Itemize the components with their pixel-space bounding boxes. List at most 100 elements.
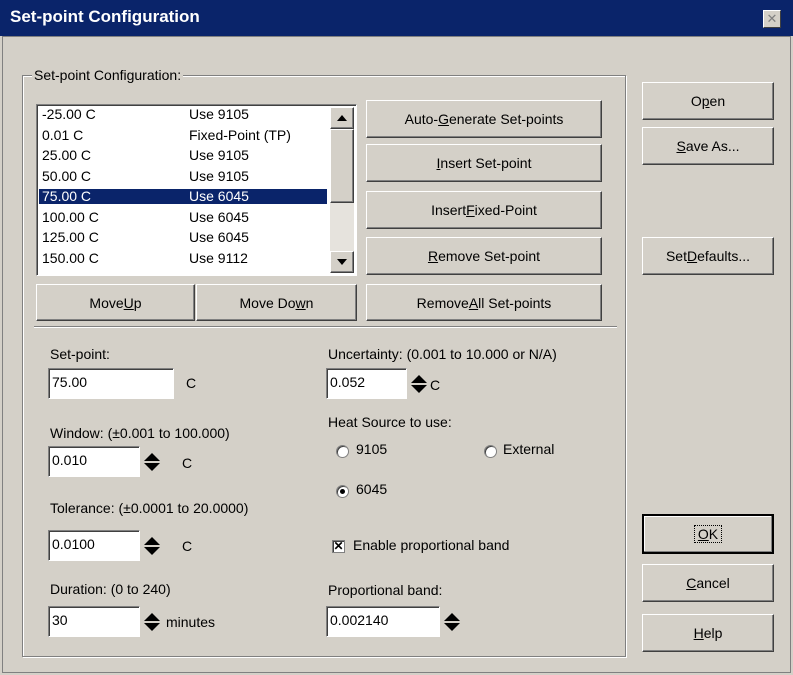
button-label-part: Auto- — [404, 111, 439, 127]
list-item-temp: -25.00 C — [42, 106, 96, 122]
button-label-part: O — [690, 93, 702, 109]
scroll-up-icon — [337, 115, 347, 121]
button-label-part: C — [686, 575, 697, 591]
scroll-down-icon — [337, 259, 347, 265]
scroll-thumb[interactable] — [330, 129, 354, 203]
button-label-part: Move — [89, 294, 124, 311]
enable-proportional-label: Enable proportional band — [353, 537, 510, 553]
scroll-down-button[interactable] — [330, 251, 354, 273]
button-label-part: Set — [665, 248, 687, 264]
window-label: Window: (±0.001 to 100.000) — [50, 425, 230, 441]
list-item[interactable]: 0.01 C Fixed-Point (TP) — [39, 126, 327, 143]
spin-up-down-icon — [411, 375, 427, 393]
save-as-button[interactable]: Save As... — [642, 127, 774, 165]
window-input[interactable]: 0.010 — [48, 446, 140, 477]
button-label-part: efaults... — [697, 248, 751, 264]
button-label-part: ll Set-points — [478, 294, 552, 311]
list-item-source: Use 9105 — [189, 147, 249, 163]
button-label-part: ancel — [696, 575, 730, 591]
list-item[interactable]: 75.00 C Use 6045 — [39, 189, 327, 204]
duration-unit: minutes — [166, 614, 216, 630]
setpoint-list[interactable]: -25.00 C Use 9105 0.01 C Fixed-Point (TP) 25… — [36, 104, 357, 276]
window-unit: C — [182, 455, 193, 471]
setpoint-label: Set-point: — [50, 346, 110, 362]
button-label-part: A — [468, 294, 479, 311]
list-item[interactable]: 125.00 C Use 6045 — [39, 230, 327, 245]
list-item-temp: 150.00 C — [42, 249, 99, 266]
duration-input[interactable]: 30 — [48, 606, 140, 637]
list-item[interactable]: 50.00 C Use 9105 — [39, 167, 327, 184]
button-label-part: R — [427, 248, 439, 264]
cancel-button[interactable]: Cancel — [642, 564, 774, 602]
duration-spinner[interactable] — [143, 612, 161, 635]
list-item-temp: 50.00 C — [42, 167, 92, 184]
radio-6045[interactable] — [336, 485, 349, 498]
tolerance-spinner[interactable] — [143, 536, 161, 559]
move-down-button[interactable]: Move Do w n — [196, 284, 357, 321]
uncertainty-spinner[interactable] — [410, 374, 428, 397]
help-button[interactable]: Help — [642, 614, 774, 652]
spin-up-down-icon — [144, 613, 160, 631]
uncertainty-unit: C — [430, 377, 441, 393]
proportional-band-spinner[interactable] — [443, 612, 461, 635]
list-item[interactable]: 25.00 C Use 9105 — [39, 148, 327, 163]
list-item-temp: 75.00 C — [42, 188, 92, 204]
scroll-up-button[interactable] — [330, 107, 354, 129]
enable-proportional-checkbox[interactable]: ✕ — [332, 540, 345, 553]
list-item-source: Fixed-Point (TP) — [189, 126, 291, 143]
list-item-source: Use 9105 — [189, 106, 249, 122]
button-label-part: p — [133, 294, 142, 311]
close-button[interactable]: ✕ — [763, 10, 781, 28]
button-label-part: Remove — [416, 294, 469, 311]
tolerance-input[interactable]: 0.0100 — [48, 530, 140, 561]
remove-all-button[interactable]: Remove All Set-points — [366, 284, 602, 321]
open-button[interactable]: Op en — [642, 82, 774, 120]
list-item[interactable]: -25.00 C Use 9105 — [39, 107, 327, 122]
heat-source-label: Heat Source to use: — [328, 414, 452, 430]
proportional-band-label: Proportional band: — [328, 582, 443, 598]
list-item-source: Use 9112 — [189, 249, 248, 266]
spin-up-down-icon — [444, 613, 460, 631]
setpoint-unit: C — [186, 375, 197, 391]
button-label-part: Insert — [431, 202, 467, 218]
separator — [34, 326, 617, 328]
uncertainty-label: Uncertainty: (0.001 to 10.000 or N/A) — [328, 346, 557, 362]
list-item-temp: 100.00 C — [42, 208, 99, 225]
group-label: Set-point Configuration: — [32, 67, 184, 83]
list-item-source: Use 6045 — [189, 208, 249, 225]
list-scrollbar[interactable] — [330, 107, 354, 273]
button-label-part: F — [466, 202, 475, 218]
setpoint-input[interactable]: 75.00 — [48, 368, 174, 399]
button-label-part: K — [708, 526, 719, 542]
button-label-part: ave As... — [685, 138, 740, 154]
button-label-part: elp — [703, 625, 723, 641]
remove-setpoint-button[interactable]: Remove Set-point — [366, 237, 602, 275]
radio-external-label: External — [503, 441, 555, 457]
window-spinner[interactable] — [143, 452, 161, 475]
proportional-band-input[interactable]: 0.002140 — [326, 606, 440, 637]
button-label-part: H — [693, 625, 704, 641]
radio-9105[interactable] — [336, 445, 349, 458]
button-label-part: O — [697, 526, 709, 542]
insert-setpoint-button[interactable]: Insert Set-point — [366, 144, 602, 182]
list-item[interactable]: 150.00 C Use 9112 — [39, 249, 327, 266]
spin-up-down-icon — [144, 453, 160, 471]
list-item-temp: 25.00 C — [42, 147, 92, 163]
move-up-button[interactable]: Move Up — [36, 284, 195, 321]
auto-generate-button[interactable]: Auto- Generate Set-points — [366, 100, 602, 138]
set-defaults-button[interactable]: Set Defaults... — [642, 237, 774, 275]
ok-button[interactable]: OK — [642, 514, 774, 554]
button-label-part: n — [305, 294, 314, 311]
radio-9105-label: 9105 — [356, 441, 388, 457]
insert-fixed-point-button[interactable]: Insert Fixed-Point — [366, 191, 602, 229]
button-label-part: OK — [693, 525, 723, 543]
uncertainty-input[interactable]: 0.052 — [326, 368, 407, 399]
list-item-temp: 125.00 C — [42, 229, 99, 245]
list-item-source: Use 6045 — [189, 229, 249, 245]
button-label-part: emove Set-point — [438, 248, 541, 264]
list-item[interactable]: 100.00 C Use 6045 — [39, 208, 327, 225]
window-title: Set-point Configuration — [10, 7, 200, 26]
radio-external[interactable] — [484, 445, 497, 458]
button-label-part: enerate Set-points — [448, 111, 564, 127]
button-label-part: G — [438, 111, 449, 127]
